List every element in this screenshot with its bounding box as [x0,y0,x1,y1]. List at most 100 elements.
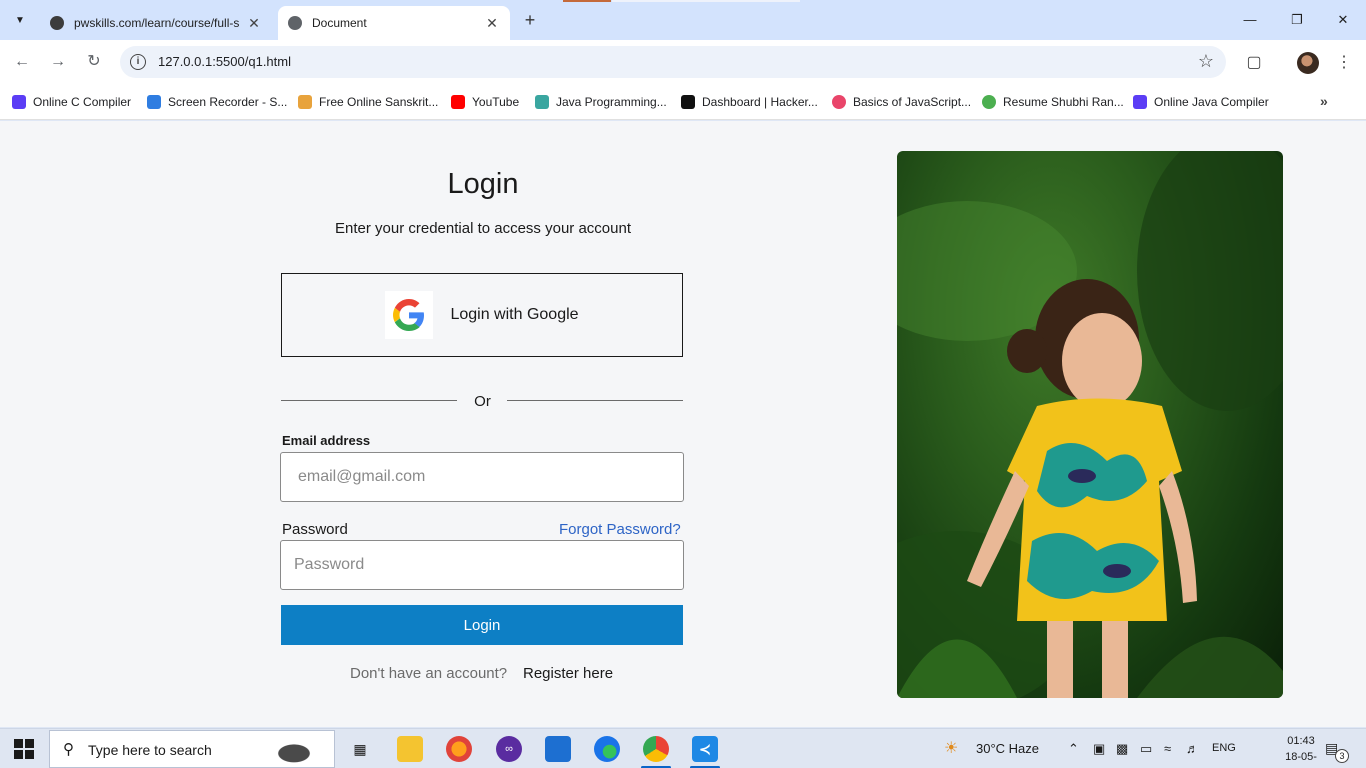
login-button[interactable]: Login [281,605,683,645]
tray-device-icon[interactable]: ▩ [1116,741,1128,757]
bookmark-item[interactable]: Online Java Compiler [1133,93,1269,111]
firefox-icon[interactable] [446,736,472,762]
page-subtitle: Enter your credential to access your acc… [335,220,631,237]
system-clock[interactable]: 01:43 18-05-2024 [1276,733,1326,768]
search-highlight-bird-icon [258,733,330,767]
bookmark-label: Online C Compiler [33,95,132,109]
menu-kebab-icon[interactable]: ⋮ [1334,52,1354,72]
restore-icon[interactable]: ❐ [1287,10,1307,30]
bookmark-favicon-icon [12,95,26,109]
new-tab-plus-icon[interactable]: + [518,9,542,31]
no-account-text: Don't have an account? [350,665,508,682]
tab-close-icon[interactable]: ✕ [484,15,500,32]
email-label: Email address [282,433,371,448]
bookmark-favicon-icon [982,95,996,109]
bookmark-favicon-icon [832,95,846,109]
notification-count-badge: 3 [1335,749,1349,763]
pwskills-favicon-icon [50,16,64,30]
reload-icon[interactable]: ↻ [83,51,105,73]
tray-chevron-up-icon[interactable]: ⌃ [1068,741,1079,757]
page-title: Login [447,168,519,200]
tab-close-icon[interactable]: ✕ [246,15,262,32]
register-link[interactable]: Register here [523,665,613,682]
bookmarks-overflow-icon[interactable]: » [1320,93,1328,109]
site-info-icon[interactable]: i [130,54,146,70]
clock-date: 18-05-2024 [1285,751,1317,768]
globe-favicon-icon [288,16,302,30]
google-logo-icon [385,291,434,339]
address-bar[interactable]: i 127.0.0.1:5500/q1.html ☆ [120,46,1226,78]
divider-or-text: Or [474,393,491,410]
password-label: Password [282,521,348,538]
infinity-app-icon[interactable]: ∞ [496,736,522,762]
password-input[interactable] [280,540,684,590]
tab-strip-accent-light [612,0,800,2]
bookmarks-bar: Online C Compiler Screen Recorder - S...… [0,84,1366,120]
bookmark-favicon-icon [535,95,549,109]
chevron-down-icon: ▼ [15,14,25,26]
bookmark-favicon-icon [147,95,161,109]
google-button-label: Login with Google [450,306,579,323]
window-close-icon[interactable]: ✕ [1333,10,1353,30]
bookmark-label: Resume Shubhi Ran... [1003,95,1124,109]
address-url[interactable]: 127.0.0.1:5500/q1.html [158,54,291,69]
task-view-icon[interactable]: ▦ [347,736,373,762]
windows-taskbar: ⚲ Type here to search ▦ ∞ ≺ ☀ 30°C Haze … [0,728,1366,768]
divider-line-right [507,400,683,401]
girl-in-garden-image [897,151,1283,698]
taskbar-search-placeholder: Type here to search [88,742,212,758]
battery-icon[interactable]: ▭ [1140,741,1152,757]
tab-title: pwskills.com/learn/course/full-s [74,16,240,30]
bookmark-star-icon[interactable]: ☆ [1198,51,1214,72]
bookmark-label: YouTube [472,95,520,109]
taskbar-search-box[interactable]: ⚲ Type here to search [49,730,335,768]
tray-app-icon[interactable]: ▣ [1093,741,1105,757]
weather-text[interactable]: 30°C Haze [976,741,1039,756]
bookmark-item[interactable]: Screen Recorder - S... [147,93,287,111]
bookmark-label: Dashboard | Hacker... [702,95,818,109]
edge-icon[interactable] [594,736,620,762]
store-icon[interactable] [545,736,571,762]
bookmark-item[interactable]: Basics of JavaScript... [832,93,971,111]
page-content: Login Enter your credential to access yo… [0,121,1366,727]
email-input[interactable] [280,452,684,502]
windows-start-icon[interactable] [14,739,34,759]
tab-title: Document [312,16,367,30]
bookmark-item[interactable]: Free Online Sanskrit... [298,93,438,111]
volume-icon[interactable]: ♬ [1186,741,1199,756]
divider-line-left [281,400,457,401]
vscode-icon[interactable]: ≺ [692,736,718,762]
language-indicator[interactable]: ENG [1212,742,1236,754]
bookmark-item[interactable]: Java Programming... [535,93,667,111]
extensions-puzzle-icon[interactable]: ▢ [1244,52,1264,72]
bookmark-item[interactable]: YouTube [451,93,519,111]
bookmark-favicon-icon [1133,95,1147,109]
weather-sun-icon: ☀ [944,740,959,757]
bookmark-item[interactable]: Resume Shubhi Ran... [982,93,1124,111]
chrome-icon[interactable] [643,736,669,762]
bookmark-item[interactable]: Dashboard | Hacker... [681,93,818,111]
bookmark-favicon-icon [298,95,312,109]
bookmark-label: Screen Recorder - S... [168,95,288,109]
back-arrow-icon[interactable]: ← [11,51,33,73]
youtube-icon [451,95,465,109]
login-with-google-button[interactable]: Login with Google [281,273,683,357]
bookmark-label: Java Programming... [556,95,667,109]
forgot-password-link[interactable]: Forgot Password? [559,521,681,538]
bookmark-label: Basics of JavaScript... [853,95,972,109]
tab-search-button[interactable]: ▼ [8,8,32,32]
hackerrank-icon [681,95,695,109]
file-explorer-icon[interactable] [397,736,423,762]
forward-arrow-icon[interactable]: → [47,51,69,73]
tab-pwskills[interactable]: pwskills.com/learn/course/full-s ✕ [40,6,272,40]
bookmark-label: Free Online Sanskrit... [319,95,439,109]
search-icon: ⚲ [63,741,74,758]
tab-document[interactable]: Document ✕ [278,6,510,40]
hero-photo [897,151,1283,698]
profile-avatar[interactable] [1297,52,1319,74]
tab-strip: ▼ pwskills.com/learn/course/full-s ✕ Doc… [0,0,1366,40]
wifi-icon[interactable]: ≈ [1164,741,1171,756]
minimize-icon[interactable]: — [1240,10,1260,30]
bookmark-item[interactable]: Online C Compiler [12,93,131,111]
browser-toolbar: ← → ↻ i 127.0.0.1:5500/q1.html ☆ ▢ ⋮ [0,40,1366,84]
